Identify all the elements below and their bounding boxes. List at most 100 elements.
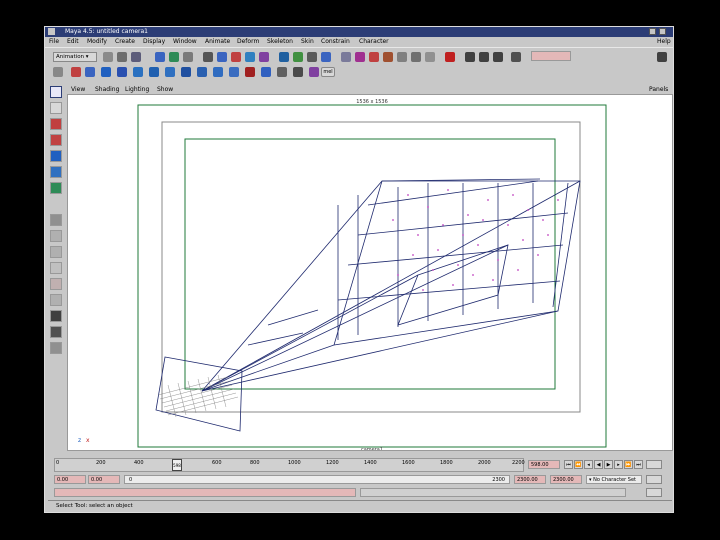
select-component-icon[interactable]: [183, 52, 193, 62]
persp-outliner-icon[interactable]: [50, 246, 62, 258]
menu-create[interactable]: Create: [115, 38, 135, 45]
hypergraph-icon[interactable]: [50, 310, 62, 322]
step-forward-icon[interactable]: ▸: [614, 460, 623, 469]
camera-viewport[interactable]: 1536 x 1536 z x camera1: [67, 94, 673, 451]
select-tool-icon[interactable]: [50, 86, 62, 98]
menu-animate[interactable]: Animate: [205, 38, 230, 45]
select-dynamics-icon[interactable]: [397, 52, 407, 62]
persp-hypershade-icon[interactable]: [50, 278, 62, 290]
select-object-icon[interactable]: [169, 52, 179, 62]
revolve-icon[interactable]: [245, 67, 255, 77]
menu-help[interactable]: Help: [657, 38, 671, 45]
lock-selection-icon[interactable]: [445, 52, 455, 62]
nurbs-sphere-icon[interactable]: [101, 67, 111, 77]
render-current-icon[interactable]: [479, 52, 489, 62]
go-to-start-icon[interactable]: ⏮: [564, 460, 573, 469]
script-editor-icon[interactable]: [646, 488, 662, 497]
poly-sphere-icon[interactable]: [181, 67, 191, 77]
nurbs-plane-icon[interactable]: [165, 67, 175, 77]
play-forward-icon[interactable]: ▶: [604, 460, 613, 469]
menu-edit[interactable]: Edit: [67, 38, 79, 45]
step-back-key-icon[interactable]: ⏪: [574, 460, 583, 469]
snap-view-icon[interactable]: [245, 52, 255, 62]
history-icon[interactable]: [279, 52, 289, 62]
step-back-icon[interactable]: ◂: [584, 460, 593, 469]
menu-modify[interactable]: Modify: [87, 38, 107, 45]
snap-grid-icon[interactable]: [203, 52, 213, 62]
mel-button[interactable]: mel: [321, 67, 335, 77]
menu-display[interactable]: Display: [143, 38, 165, 45]
end-time-field[interactable]: 2300.00: [550, 475, 582, 484]
panel-menu-panels[interactable]: Panels: [649, 86, 668, 93]
ipr-render-icon[interactable]: [493, 52, 503, 62]
nurbs-cone-icon[interactable]: [149, 67, 159, 77]
render-icon[interactable]: [293, 52, 303, 62]
snap-curve-icon[interactable]: [217, 52, 227, 62]
close-icon[interactable]: [659, 28, 666, 35]
ipr-icon[interactable]: [307, 52, 317, 62]
panel-menu-lighting[interactable]: Lighting: [125, 86, 149, 93]
poly-cone-icon[interactable]: [229, 67, 239, 77]
nurbs-cylinder-icon[interactable]: [133, 67, 143, 77]
outliner-icon[interactable]: [50, 326, 62, 338]
menu-file[interactable]: File: [49, 38, 59, 45]
select-rendering-icon[interactable]: [411, 52, 421, 62]
panel-menu-show[interactable]: Show: [157, 86, 173, 93]
scale-tool-icon[interactable]: [50, 150, 62, 162]
current-time-field[interactable]: 598.00: [528, 460, 560, 469]
poly-cube-icon[interactable]: [197, 67, 207, 77]
select-misc-icon[interactable]: [425, 52, 435, 62]
range-start-field[interactable]: 0.00: [88, 475, 120, 484]
menu-character[interactable]: Character: [359, 38, 389, 45]
new-scene-icon[interactable]: [103, 52, 113, 62]
play-back-icon[interactable]: ◀: [594, 460, 603, 469]
persp-graph-icon[interactable]: [50, 262, 62, 274]
loft-icon[interactable]: [261, 67, 271, 77]
open-scene-icon[interactable]: [117, 52, 127, 62]
panel-menu-view[interactable]: View: [71, 86, 85, 93]
step-forward-key-icon[interactable]: ⏩: [624, 460, 633, 469]
poly-cylinder-icon[interactable]: [213, 67, 223, 77]
lasso-tool-icon[interactable]: [50, 102, 62, 114]
move-tool-icon[interactable]: [50, 118, 62, 130]
four-view-icon[interactable]: [50, 230, 62, 242]
rotate-tool-icon[interactable]: [50, 134, 62, 146]
select-joints-icon[interactable]: [355, 52, 365, 62]
toggle-attribute-editor-icon[interactable]: [657, 52, 667, 62]
make-live-icon[interactable]: [259, 52, 269, 62]
save-scene-icon[interactable]: [131, 52, 141, 62]
select-by-type-icon[interactable]: [341, 52, 351, 62]
render-view-icon[interactable]: [465, 52, 475, 62]
menu-skeleton[interactable]: Skeleton: [267, 38, 293, 45]
panel-menu-shading[interactable]: Shading: [95, 86, 119, 93]
mode-selector[interactable]: Animation ▾: [53, 52, 97, 62]
planar-icon[interactable]: [293, 67, 303, 77]
render-settings-icon[interactable]: [511, 52, 521, 62]
cv-curve-icon[interactable]: [71, 67, 81, 77]
shelf-menu-icon[interactable]: [53, 67, 63, 77]
manipulator-tool-icon[interactable]: [50, 166, 62, 178]
particle-icon[interactable]: [309, 67, 319, 77]
menu-skin[interactable]: Skin: [301, 38, 314, 45]
auto-key-icon[interactable]: [646, 475, 662, 484]
menu-deform[interactable]: Deform: [237, 38, 259, 45]
menu-constrain[interactable]: Constrain: [321, 38, 350, 45]
window-menu-icon[interactable]: [48, 28, 55, 35]
key-icon[interactable]: [646, 460, 662, 469]
current-time-marker[interactable]: 598: [172, 459, 182, 471]
hypershade-icon[interactable]: [50, 342, 62, 354]
range-end-field[interactable]: 2300.00: [514, 475, 546, 484]
select-handles-icon[interactable]: [369, 52, 379, 62]
quick-select-field[interactable]: [531, 51, 571, 61]
snap-point-icon[interactable]: [231, 52, 241, 62]
extrude-icon[interactable]: [277, 67, 287, 77]
character-set-select[interactable]: ▾ No Character Set: [586, 475, 642, 484]
minimize-icon[interactable]: [649, 28, 656, 35]
range-bar[interactable]: 0 2300: [124, 475, 510, 484]
persp-trax-icon[interactable]: [50, 294, 62, 306]
render-globals-icon[interactable]: [321, 52, 331, 62]
select-hierarchy-icon[interactable]: [155, 52, 165, 62]
nurbs-cube-icon[interactable]: [117, 67, 127, 77]
ep-curve-icon[interactable]: [85, 67, 95, 77]
single-view-icon[interactable]: [50, 214, 62, 226]
